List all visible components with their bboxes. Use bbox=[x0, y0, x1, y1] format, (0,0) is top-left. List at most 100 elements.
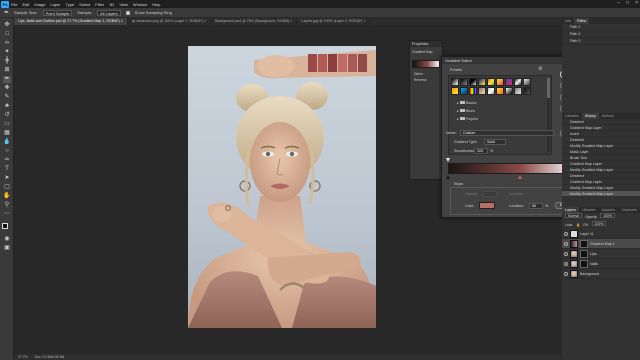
sample-size-select[interactable]: Point Sample bbox=[42, 9, 73, 16]
menu-select[interactable]: Select bbox=[79, 2, 90, 7]
eye-icon[interactable] bbox=[564, 241, 568, 246]
smoothness-input[interactable]: 100 bbox=[474, 148, 488, 154]
menu-image[interactable]: Image bbox=[34, 2, 45, 7]
marquee-tool-icon[interactable]: □ bbox=[3, 31, 11, 38]
color-stop-selected[interactable] bbox=[518, 175, 522, 179]
minimize-icon[interactable]: – bbox=[617, 0, 620, 6]
menu-help[interactable]: Help bbox=[152, 2, 160, 7]
layer-row[interactable]: Nails bbox=[562, 259, 640, 269]
dodge-tool-icon[interactable]: ○ bbox=[3, 148, 11, 155]
preset-swatch[interactable] bbox=[478, 78, 486, 86]
layer-opacity-input[interactable]: 100% bbox=[600, 213, 616, 218]
more-tools-icon[interactable]: ⋯ bbox=[3, 211, 11, 218]
color-stop-start[interactable] bbox=[446, 175, 450, 179]
history-brush-tool-icon[interactable]: ↺ bbox=[3, 112, 11, 119]
properties-gradient-preview[interactable] bbox=[412, 60, 440, 68]
layer-fill-input[interactable]: 100% bbox=[591, 221, 607, 226]
preset-swatch[interactable] bbox=[460, 78, 468, 86]
menu-layer[interactable]: Layer bbox=[50, 2, 60, 7]
reverse-checkbox-label[interactable]: Reverse bbox=[410, 77, 442, 83]
tab-history[interactable]: History bbox=[581, 113, 599, 119]
show-ring-checkbox[interactable] bbox=[125, 10, 130, 15]
menu-3d[interactable]: 3D bbox=[109, 2, 114, 7]
zoom-tool-icon[interactable]: ⚲ bbox=[3, 202, 11, 209]
preset-folder-basics[interactable]: ▸ Basics bbox=[457, 100, 476, 106]
menu-filter[interactable]: Filter bbox=[95, 2, 104, 7]
menu-edit[interactable]: Edit bbox=[22, 2, 29, 7]
preset-folder-purples[interactable]: ▸ Purples bbox=[457, 116, 478, 122]
presets-settings-gear-icon[interactable]: ⚙ bbox=[538, 66, 542, 72]
blur-tool-icon[interactable]: 💧 bbox=[3, 139, 11, 146]
eye-icon[interactable] bbox=[564, 261, 568, 266]
stop-color-swatch[interactable] bbox=[479, 202, 495, 209]
blend-mode-select[interactable]: Normal bbox=[565, 213, 582, 218]
tab-actions[interactable]: Actions bbox=[599, 113, 617, 119]
preset-swatch[interactable] bbox=[505, 87, 513, 95]
document-tab[interactable]: Background.psd @ 25% (Background, RGB/8)… bbox=[211, 18, 298, 25]
document-tab[interactable]: Lips, Nails and Clothes.psd @ 27.7% (Gra… bbox=[14, 18, 128, 25]
eye-icon[interactable] bbox=[564, 251, 568, 256]
pen-tool-icon[interactable]: ✑ bbox=[3, 157, 11, 164]
lasso-tool-icon[interactable]: ∞ bbox=[3, 40, 11, 47]
opacity-stop-left[interactable] bbox=[446, 158, 450, 162]
crop-tool-icon[interactable]: ╋ bbox=[3, 58, 11, 65]
preset-swatch[interactable] bbox=[505, 78, 513, 86]
document-tab[interactable]: lip-swatches.png @ 100% (Layer 1, RGB/8*… bbox=[128, 18, 212, 25]
layer-row[interactable]: Background bbox=[562, 269, 640, 279]
preset-swatch[interactable] bbox=[451, 87, 459, 95]
presets-scrollbar[interactable] bbox=[547, 78, 550, 152]
tab-channels[interactable]: Channels bbox=[619, 207, 640, 213]
menu-window[interactable]: Window bbox=[133, 2, 147, 7]
preset-swatch[interactable] bbox=[460, 87, 468, 95]
layer-row[interactable]: Layer 11 bbox=[562, 229, 640, 239]
preset-swatch[interactable] bbox=[487, 87, 495, 95]
preset-swatch[interactable] bbox=[478, 87, 486, 95]
preset-swatch[interactable] bbox=[496, 87, 504, 95]
preset-swatch[interactable] bbox=[469, 78, 477, 86]
preset-swatch[interactable] bbox=[523, 87, 531, 95]
brush-tool-icon[interactable]: ✎ bbox=[3, 94, 11, 101]
document-tab[interactable]: Layers.jpg @ 100% (Layer 0, RGB/8*) × bbox=[297, 18, 371, 25]
eye-icon[interactable] bbox=[564, 231, 568, 236]
preset-folder-blues[interactable]: ▸ Blues bbox=[457, 108, 475, 114]
eye-icon[interactable] bbox=[564, 271, 568, 276]
clone-stamp-tool-icon[interactable]: ♣ bbox=[3, 103, 11, 110]
path-select-tool-icon[interactable]: ➤ bbox=[3, 175, 11, 182]
eyedropper-tool-icon[interactable]: ✒ bbox=[3, 76, 11, 83]
preset-swatch[interactable] bbox=[451, 78, 459, 86]
location-input[interactable]: 56 bbox=[529, 203, 543, 209]
gradient-bar[interactable] bbox=[448, 163, 578, 174]
eyedropper-preset-icon[interactable]: ✒ bbox=[4, 9, 9, 16]
rectangle-tool-icon[interactable]: ▢ bbox=[3, 184, 11, 191]
sample-select[interactable]: All Layers bbox=[97, 9, 121, 16]
quick-mask-icon[interactable]: ◉ bbox=[3, 236, 11, 243]
preset-swatch[interactable] bbox=[514, 78, 522, 86]
frame-tool-icon[interactable]: ⊠ bbox=[3, 67, 11, 74]
eraser-tool-icon[interactable]: ▭ bbox=[3, 121, 11, 128]
path-item[interactable]: Path 2 bbox=[562, 31, 640, 38]
quick-select-tool-icon[interactable]: ✦ bbox=[3, 49, 11, 56]
layer-row-selected[interactable]: Gradient Map 1 bbox=[562, 239, 640, 249]
menu-file[interactable]: File bbox=[11, 2, 17, 7]
maximize-icon[interactable]: □ bbox=[626, 0, 629, 6]
menu-view[interactable]: View bbox=[119, 2, 128, 7]
preset-swatch[interactable] bbox=[487, 78, 495, 86]
preset-swatch[interactable] bbox=[496, 78, 504, 86]
gradient-tool-icon[interactable]: ▦ bbox=[3, 130, 11, 137]
layer-row[interactable]: Lips bbox=[562, 249, 640, 259]
type-tool-icon[interactable]: T bbox=[3, 166, 11, 173]
document-canvas-photo[interactable] bbox=[188, 46, 376, 328]
menu-type[interactable]: Type bbox=[66, 2, 75, 7]
foreground-color-swatch[interactable] bbox=[2, 223, 8, 229]
move-tool-icon[interactable]: ✥ bbox=[3, 22, 11, 29]
path-item[interactable]: Path 3 bbox=[562, 38, 640, 45]
preset-swatch[interactable] bbox=[469, 87, 477, 95]
hand-tool-icon[interactable]: ✋ bbox=[3, 193, 11, 200]
healing-brush-tool-icon[interactable]: ✚ bbox=[3, 85, 11, 92]
preset-swatch[interactable] bbox=[523, 78, 531, 86]
close-icon[interactable]: × bbox=[635, 0, 638, 6]
preset-swatch[interactable] bbox=[514, 87, 522, 95]
path-item[interactable]: Path 1 bbox=[562, 24, 640, 31]
zoom-level[interactable]: 27.7% bbox=[18, 355, 28, 359]
gradient-type-select[interactable]: Solid bbox=[484, 139, 506, 145]
